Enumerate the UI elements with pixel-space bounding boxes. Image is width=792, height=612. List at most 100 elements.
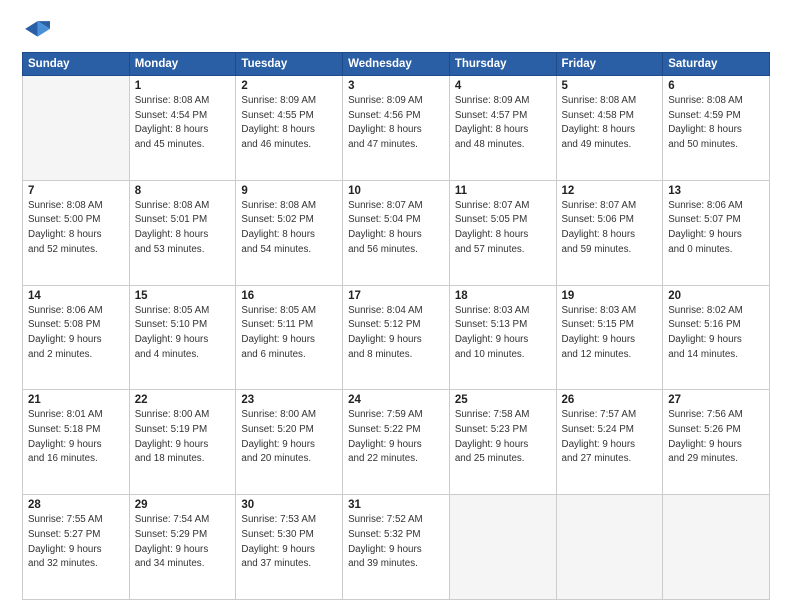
calendar-cell: 25Sunrise: 7:58 AMSunset: 5:23 PMDayligh… (449, 390, 556, 495)
sunset: Sunset: 4:55 PM (241, 109, 337, 124)
sunset: Sunset: 5:06 PM (562, 213, 658, 228)
sunrise: Sunrise: 8:05 AM (241, 304, 337, 319)
calendar-cell: 16Sunrise: 8:05 AMSunset: 5:11 PMDayligh… (236, 285, 343, 390)
daylight-line1: Daylight: 9 hours (455, 333, 551, 348)
daylight-line2: and 12 minutes. (562, 348, 658, 363)
daylight-line1: Daylight: 9 hours (668, 333, 764, 348)
daylight-line1: Daylight: 9 hours (348, 438, 444, 453)
sunrise: Sunrise: 7:53 AM (241, 513, 337, 528)
sunset: Sunset: 5:11 PM (241, 318, 337, 333)
day-number: 12 (562, 185, 658, 197)
calendar-cell: 21 Sunrise: 8:01 AMSunset: 5:18 PMDayligh… (23, 390, 130, 495)
calendar-cell: 28Sunrise: 7:55 AMSunset: 5:27 PMDayligh… (23, 495, 130, 600)
daylight-line2: and 54 minutes. (241, 243, 337, 258)
sunset: Sunset: 5:20 PM (241, 423, 337, 438)
sunset: Sunset: 5:18 PM (28, 423, 124, 438)
sunrise: Sunrise: 8:08 AM (28, 199, 124, 214)
daylight-line2: and 0 minutes. (668, 243, 764, 258)
sunrise: Sunrise: 8:06 AM (668, 199, 764, 214)
daylight-line1: Daylight: 8 hours (241, 228, 337, 243)
daylight-line1: Daylight: 9 hours (668, 438, 764, 453)
sunrise: Sunrise: 8:04 AM (348, 304, 444, 319)
day-info: Sunrise: 8:01 AMSunset: 5:18 PMDaylight:… (28, 408, 124, 467)
day-info: Sunrise: 7:58 AMSunset: 5:23 PMDaylight:… (455, 408, 551, 467)
day-number: 4 (455, 80, 551, 92)
sunrise: Sunrise: 8:08 AM (135, 199, 231, 214)
day-number: 29 (135, 499, 231, 511)
day-number: 3 (348, 80, 444, 92)
calendar-cell: 5Sunrise: 8:08 AMSunset: 4:58 PMDaylight… (556, 76, 663, 181)
calendar-cell: 4Sunrise: 8:09 AMSunset: 4:57 PMDaylight… (449, 76, 556, 181)
day-info: Sunrise: 8:07 AMSunset: 5:05 PMDaylight:… (455, 199, 551, 258)
daylight-line1: Daylight: 9 hours (668, 228, 764, 243)
calendar-cell: 13Sunrise: 8:06 AMSunset: 5:07 PMDayligh… (663, 180, 770, 285)
day-number: 5 (562, 80, 658, 92)
calendar-cell: 27Sunrise: 7:56 AMSunset: 5:26 PMDayligh… (663, 390, 770, 495)
day-info: Sunrise: 8:06 AMSunset: 5:07 PMDaylight:… (668, 199, 764, 258)
sunset: Sunset: 4:56 PM (348, 109, 444, 124)
day-number: 27 (668, 394, 764, 406)
daylight-line1: Daylight: 9 hours (562, 438, 658, 453)
day-number: 2 (241, 80, 337, 92)
daylight-line2: and 20 minutes. (241, 452, 337, 467)
daylight-line2: and 39 minutes. (348, 557, 444, 572)
sunset: Sunset: 5:15 PM (562, 318, 658, 333)
daylight-line1: Daylight: 8 hours (135, 123, 231, 138)
sunrise: Sunrise: 8:08 AM (135, 94, 231, 109)
sunrise: Sunrise: 8:02 AM (668, 304, 764, 319)
daylight-line2: and 29 minutes. (668, 452, 764, 467)
day-number: 1 (135, 80, 231, 92)
day-number: 21 (28, 394, 124, 406)
sunrise: Sunrise: 8:07 AM (455, 199, 551, 214)
daylight-line2: and 48 minutes. (455, 138, 551, 153)
day-number: 6 (668, 80, 764, 92)
daylight-line2: and 52 minutes. (28, 243, 124, 258)
sunset: Sunset: 5:08 PM (28, 318, 124, 333)
daylight-line2: and 16 minutes. (28, 452, 124, 467)
daylight-line2: and 56 minutes. (348, 243, 444, 258)
daylight-line1: Daylight: 8 hours (668, 123, 764, 138)
day-info: Sunrise: 8:05 AMSunset: 5:11 PMDaylight:… (241, 304, 337, 363)
day-info: Sunrise: 8:06 AMSunset: 5:08 PMDaylight:… (28, 304, 124, 363)
sunrise: Sunrise: 7:57 AM (562, 408, 658, 423)
day-info: Sunrise: 8:09 AMSunset: 4:55 PMDaylight:… (241, 94, 337, 153)
sunrise: Sunrise: 8:08 AM (668, 94, 764, 109)
sunrise: Sunrise: 8:03 AM (455, 304, 551, 319)
day-info: Sunrise: 7:52 AMSunset: 5:32 PMDaylight:… (348, 513, 444, 572)
daylight-line2: and 37 minutes. (241, 557, 337, 572)
calendar-table: SundayMondayTuesdayWednesdayThursdayFrid… (22, 52, 770, 600)
sunset: Sunset: 5:29 PM (135, 528, 231, 543)
calendar-cell: 17Sunrise: 8:04 AMSunset: 5:12 PMDayligh… (343, 285, 450, 390)
sunset: Sunset: 5:04 PM (348, 213, 444, 228)
calendar-cell: 18Sunrise: 8:03 AMSunset: 5:13 PMDayligh… (449, 285, 556, 390)
calendar-cell: 12Sunrise: 8:07 AMSunset: 5:06 PMDayligh… (556, 180, 663, 285)
daylight-line1: Daylight: 9 hours (241, 333, 337, 348)
day-info: Sunrise: 7:57 AMSunset: 5:24 PMDaylight:… (562, 408, 658, 467)
sunset: Sunset: 5:10 PM (135, 318, 231, 333)
daylight-line1: Daylight: 8 hours (562, 123, 658, 138)
calendar-cell: 31Sunrise: 7:52 AMSunset: 5:32 PMDayligh… (343, 495, 450, 600)
sunrise: Sunrise: 8:06 AM (28, 304, 124, 319)
day-header-monday: Monday (129, 53, 236, 76)
daylight-line1: Daylight: 9 hours (135, 543, 231, 558)
day-info: Sunrise: 8:00 AMSunset: 5:20 PMDaylight:… (241, 408, 337, 467)
sunset: Sunset: 5:01 PM (135, 213, 231, 228)
calendar-cell: 26Sunrise: 7:57 AMSunset: 5:24 PMDayligh… (556, 390, 663, 495)
daylight-line1: Daylight: 8 hours (28, 228, 124, 243)
sunrise: Sunrise: 8:09 AM (241, 94, 337, 109)
page: SundayMondayTuesdayWednesdayThursdayFrid… (0, 0, 792, 612)
day-info: Sunrise: 8:07 AMSunset: 5:04 PMDaylight:… (348, 199, 444, 258)
day-number: 10 (348, 185, 444, 197)
day-info: Sunrise: 8:08 AMSunset: 5:01 PMDaylight:… (135, 199, 231, 258)
daylight-line2: and 59 minutes. (562, 243, 658, 258)
calendar-cell (449, 495, 556, 600)
day-info: Sunrise: 8:09 AMSunset: 4:56 PMDaylight:… (348, 94, 444, 153)
daylight-line2: and 14 minutes. (668, 348, 764, 363)
sunrise: Sunrise: 8:00 AM (241, 408, 337, 423)
sunset: Sunset: 4:54 PM (135, 109, 231, 124)
day-info: Sunrise: 8:02 AMSunset: 5:16 PMDaylight:… (668, 304, 764, 363)
day-info: Sunrise: 8:08 AMSunset: 5:02 PMDaylight:… (241, 199, 337, 258)
daylight-line2: and 50 minutes. (668, 138, 764, 153)
daylight-line1: Daylight: 8 hours (455, 228, 551, 243)
daylight-line1: Daylight: 9 hours (241, 543, 337, 558)
